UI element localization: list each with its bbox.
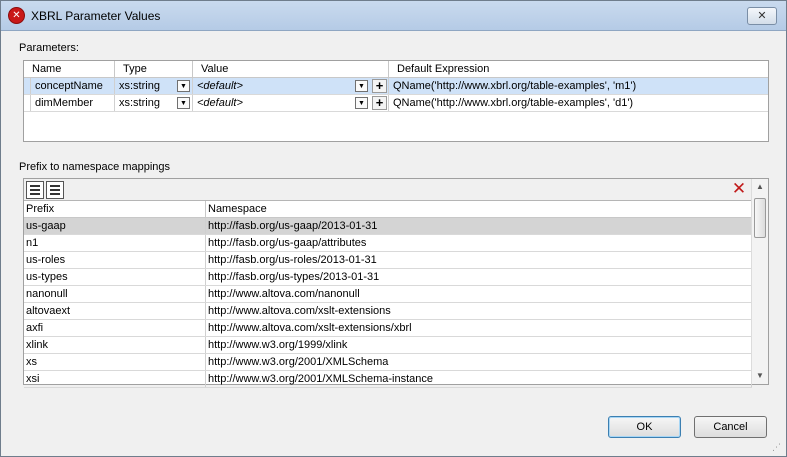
cancel-button[interactable]: Cancel — [694, 416, 767, 438]
close-button[interactable]: ✕ — [747, 7, 777, 25]
prefix-cell[interactable]: n1 — [24, 235, 206, 251]
namespace-mappings-label: Prefix to namespace mappings — [19, 161, 171, 173]
parameter-default-expression: QName('http://www.xbrl.org/table-example… — [393, 97, 634, 109]
parameters-header: Name Type Value Default Expression — [24, 61, 768, 78]
parameter-name[interactable]: dimMember — [31, 95, 115, 111]
namespace-cell[interactable]: http://www.altova.com/xslt-extensions — [206, 303, 752, 319]
namespace-cell[interactable]: http://www.w3.org/2001/XMLSchema — [206, 354, 752, 370]
column-header-name[interactable]: Name — [24, 61, 115, 77]
column-header-type[interactable]: Type — [115, 61, 193, 77]
namespace-cell[interactable]: http://www.altova.com/nanonull — [206, 286, 752, 302]
parameter-value[interactable]: <default> ▼ + — [193, 95, 389, 111]
parameter-type-text: xs:string — [119, 97, 160, 109]
prefix-cell[interactable]: xs — [24, 354, 206, 370]
parameter-type[interactable]: xs:string ▼ — [115, 95, 193, 111]
namespace-row[interactable]: xsi http://www.w3.org/2001/XMLSchema-ins… — [24, 371, 752, 388]
add-value-icon[interactable]: + — [372, 96, 387, 110]
scroll-thumb[interactable] — [754, 198, 766, 238]
type-dropdown-arrow-icon[interactable]: ▼ — [177, 80, 190, 92]
ok-button[interactable]: OK — [608, 416, 681, 438]
parameter-value-text: <default> — [197, 97, 243, 109]
namespace-row[interactable]: axfi http://www.altova.com/xslt-extensio… — [24, 320, 752, 337]
resize-grip-icon[interactable]: ⋰ — [772, 442, 782, 452]
column-header-prefix[interactable]: Prefix — [24, 201, 206, 218]
prefix-cell[interactable]: us-gaap — [24, 218, 206, 234]
delete-row-icon[interactable]: ✕ — [730, 180, 748, 198]
title-bar: ✕ XBRL Parameter Values ✕ — [1, 1, 786, 31]
namespace-row[interactable]: n1 http://fasb.org/us-gaap/attributes — [24, 235, 752, 252]
parameter-value[interactable]: <default> ▼ + — [193, 78, 389, 94]
namespace-row[interactable]: altovaext http://www.altova.com/xslt-ext… — [24, 303, 752, 320]
column-header-default-expression[interactable]: Default Expression — [389, 61, 768, 77]
namespace-cell[interactable]: http://fasb.org/us-gaap/attributes — [206, 235, 752, 251]
namespace-grid: ✕ Prefix Namespace us-gaap http://fasb.o… — [23, 178, 769, 388]
namespace-cell[interactable]: http://www.w3.org/2001/XMLSchema-instanc… — [206, 371, 752, 387]
parameter-value-text: <default> — [197, 80, 243, 92]
parameter-name[interactable]: conceptName — [31, 78, 115, 94]
dialog-window: ✕ XBRL Parameter Values ✕ Parameters: Na… — [0, 0, 787, 457]
namespace-cell[interactable]: http://www.w3.org/1999/xlink — [206, 337, 752, 353]
namespace-row[interactable]: us-types http://fasb.org/us-types/2013-0… — [24, 269, 752, 286]
parameters-label: Parameters: — [19, 42, 79, 54]
add-value-icon[interactable]: + — [372, 79, 387, 93]
insert-row-icon[interactable] — [26, 181, 44, 199]
namespace-cell[interactable]: http://www.altova.com/xslt-extensions/xb… — [206, 320, 752, 336]
parameter-type-text: xs:string — [119, 80, 160, 92]
parameters-grid: Name Type Value Default Expression conce… — [23, 60, 769, 142]
value-dropdown-arrow-icon[interactable]: ▼ — [355, 80, 368, 92]
scroll-up-icon[interactable]: ▲ — [752, 179, 768, 195]
namespace-cell[interactable]: http://fasb.org/us-types/2013-01-31 — [206, 269, 752, 285]
parameter-type[interactable]: xs:string ▼ — [115, 78, 193, 94]
prefix-cell[interactable]: us-types — [24, 269, 206, 285]
prefix-cell[interactable]: xsi — [24, 371, 206, 387]
value-dropdown-arrow-icon[interactable]: ▼ — [355, 97, 368, 109]
prefix-cell[interactable]: xlink — [24, 337, 206, 353]
append-row-icon[interactable] — [46, 181, 64, 199]
vertical-scrollbar[interactable]: ▲ ▼ — [751, 179, 768, 384]
namespace-row[interactable]: nanonull http://www.altova.com/nanonull — [24, 286, 752, 303]
namespace-toolbar: ✕ — [24, 179, 752, 201]
scroll-down-icon[interactable]: ▼ — [752, 368, 768, 384]
type-dropdown-arrow-icon[interactable]: ▼ — [177, 97, 190, 109]
column-header-namespace[interactable]: Namespace — [206, 201, 752, 218]
namespace-cell[interactable]: http://fasb.org/us-gaap/2013-01-31 — [206, 218, 752, 234]
column-header-value[interactable]: Value — [193, 61, 389, 77]
namespace-cell[interactable]: http://fasb.org/us-roles/2013-01-31 — [206, 252, 752, 268]
parameter-row[interactable]: dimMember xs:string ▼ <default> ▼ + QNam… — [24, 95, 768, 112]
prefix-cell[interactable]: nanonull — [24, 286, 206, 302]
namespace-header: Prefix Namespace — [24, 201, 752, 218]
window-title: XBRL Parameter Values — [31, 9, 161, 23]
prefix-cell[interactable]: us-roles — [24, 252, 206, 268]
parameter-default-expression: QName('http://www.xbrl.org/table-example… — [393, 80, 637, 92]
namespace-row[interactable]: us-roles http://fasb.org/us-roles/2013-0… — [24, 252, 752, 269]
prefix-cell[interactable]: altovaext — [24, 303, 206, 319]
app-icon: ✕ — [8, 7, 25, 24]
prefix-cell[interactable]: axfi — [24, 320, 206, 336]
row-gutter — [24, 95, 31, 111]
row-gutter — [24, 78, 31, 94]
namespace-rows: us-gaap http://fasb.org/us-gaap/2013-01-… — [24, 218, 752, 388]
namespace-row[interactable]: xlink http://www.w3.org/1999/xlink — [24, 337, 752, 354]
namespace-row[interactable]: xs http://www.w3.org/2001/XMLSchema — [24, 354, 752, 371]
parameter-row[interactable]: conceptName xs:string ▼ <default> ▼ + QN… — [24, 78, 768, 95]
namespace-row[interactable]: us-gaap http://fasb.org/us-gaap/2013-01-… — [24, 218, 752, 235]
